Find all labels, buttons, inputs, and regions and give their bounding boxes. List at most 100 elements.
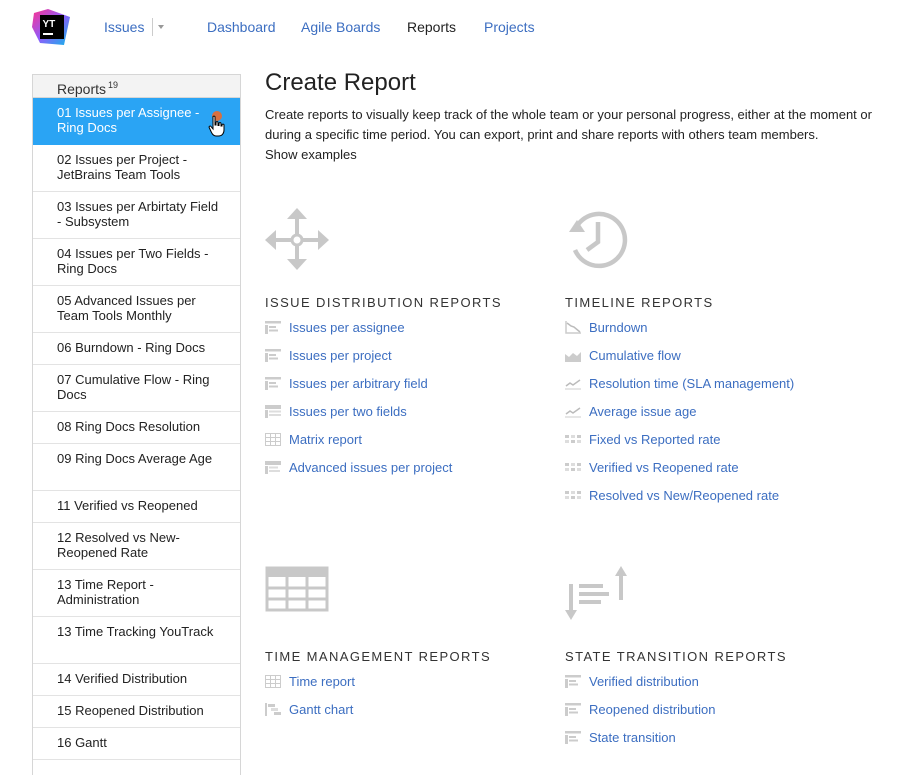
sidebar-item-label: 16 Gantt <box>57 735 107 750</box>
sidebar-report-item[interactable]: 15 Reopened Distribution <box>33 696 240 728</box>
link-label: Matrix report <box>289 432 362 447</box>
nav-separator <box>152 18 153 36</box>
sidebar-report-item[interactable]: 06 Burndown - Ring Docs <box>33 333 240 365</box>
sidebar-item-label: 01 Issues per Assignee - Ring Docs <box>57 105 200 135</box>
sidebar-report-item[interactable]: 09 Ring Docs Average Age <box>33 444 240 491</box>
sidebar-report-item[interactable]: 16 Gantt <box>33 728 240 760</box>
rate-chart-icon <box>565 463 581 471</box>
link-label: Issues per two fields <box>289 404 407 419</box>
sidebar-item-label: 13 Time Tracking YouTrack <box>57 624 214 639</box>
bar-report-icon <box>265 377 281 390</box>
hand-cursor-icon <box>208 115 225 137</box>
time-report-icon <box>265 675 281 688</box>
section-title: STATE TRANSITION REPORTS <box>565 649 787 664</box>
report-link[interactable]: Resolved vs New/Reopened rate <box>565 488 794 503</box>
sidebar-report-item[interactable]: 13 Time Tracking YouTrack <box>33 617 240 664</box>
link-label: Reopened distribution <box>589 702 716 717</box>
sidebar-report-item[interactable]: 14 Verified Distribution <box>33 664 240 696</box>
sidebar-report-item[interactable]: 02 Issues per Project - JetBrains Team T… <box>33 145 240 192</box>
report-link[interactable]: Time report <box>265 674 355 689</box>
nav-issues[interactable]: Issues <box>104 18 144 36</box>
sort-arrows-icon <box>565 566 627 620</box>
sidebar-report-item[interactable]: 11 Verified vs Reopened <box>33 491 240 523</box>
sidebar-report-item[interactable]: 08 Ring Docs Resolution <box>33 412 240 444</box>
sidebar-report-item[interactable]: 07 Cumulative Flow - Ring Docs <box>33 365 240 412</box>
bar-report-icon <box>265 321 281 334</box>
report-link[interactable]: Gantt chart <box>265 702 355 717</box>
nav-reports[interactable]: Reports <box>407 18 456 36</box>
report-link[interactable]: Advanced issues per project <box>265 460 452 475</box>
link-label: Time report <box>289 674 355 689</box>
sidebar-item-label: 12 Resolved vs New-Reopened Rate <box>57 530 180 560</box>
sidebar-item-label: 11 Verified vs Reopened <box>57 498 198 513</box>
report-link[interactable]: Cumulative flow <box>565 348 794 363</box>
nav-dashboard[interactable]: Dashboard <box>207 18 276 36</box>
sidebar-item-label: 05 Advanced Issues per Team Tools Monthl… <box>57 293 196 323</box>
top-header: YT Issues Dashboard Agile Boards Reports… <box>0 0 924 54</box>
logo-text: YT <box>43 19 56 30</box>
report-link[interactable]: Issues per two fields <box>265 404 452 419</box>
link-label: Average issue age <box>589 404 697 419</box>
sidebar-report-item[interactable]: 12 Resolved vs New-Reopened Rate <box>33 523 240 570</box>
youtrack-logo[interactable]: YT <box>32 7 72 47</box>
sidebar-title: Reports <box>57 81 107 97</box>
report-link[interactable]: Verified vs Reopened rate <box>565 460 794 475</box>
report-link[interactable]: Issues per project <box>265 348 452 363</box>
sidebar-item-label: 02 Issues per Project - JetBrains Team T… <box>57 152 188 182</box>
link-label: Resolved vs New/Reopened rate <box>589 488 780 503</box>
page-title: Create Report <box>265 69 416 96</box>
page-description: Create reports to visually keep track of… <box>265 107 872 142</box>
section-title: ISSUE DISTRIBUTION REPORTS <box>265 295 502 310</box>
section-title: TIMELINE REPORTS <box>565 295 714 310</box>
sidebar-report-item[interactable]: 01 Issues per Assignee - Ring Docs <box>33 98 240 145</box>
nav-projects[interactable]: Projects <box>484 18 535 36</box>
report-link[interactable]: Average issue age <box>565 404 794 419</box>
report-link[interactable]: Reopened distribution <box>565 702 715 717</box>
bar-report-icon <box>265 349 281 362</box>
sidebar-item-label: 03 Issues per Arbirtaty Field - Subsyste… <box>57 199 219 229</box>
link-label: Issues per project <box>289 348 392 363</box>
sidebar-item-label: 14 Verified Distribution <box>57 671 188 686</box>
rate-chart-icon <box>565 491 581 499</box>
report-link[interactable]: Verified distribution <box>565 674 715 689</box>
show-examples-link[interactable]: Show examples <box>265 145 357 165</box>
sidebar-report-item[interactable]: 13 Time Report - Administration <box>33 570 240 617</box>
link-label: Cumulative flow <box>589 348 681 363</box>
report-link[interactable]: State transition <box>565 730 715 745</box>
two-fields-report-icon <box>265 405 281 418</box>
timeline-links: Burndown Cumulative flow Resolution time… <box>565 320 794 503</box>
sidebar-report-item[interactable]: 03 Issues per Arbirtaty Field - Subsyste… <box>33 192 240 239</box>
reports-sidebar: Reports 19 01 Issues per Assignee - Ring … <box>32 74 241 775</box>
sidebar-report-item[interactable]: 04 Issues per Two Fields - Ring Docs <box>33 239 240 286</box>
advanced-report-icon <box>265 461 281 474</box>
report-link[interactable]: Burndown <box>565 320 794 335</box>
distribution-report-icon <box>565 675 581 688</box>
sidebar-header: Reports 19 <box>33 75 240 98</box>
link-label: Verified distribution <box>589 674 699 689</box>
state-transition-links: Verified distribution Reopened distribut… <box>565 674 715 745</box>
link-label: Issues per assignee <box>289 320 405 335</box>
sidebar-item-label: 04 Issues per Two Fields - Ring Docs <box>57 246 209 276</box>
report-link[interactable]: Issues per arbitrary field <box>265 376 452 391</box>
sidebar-item-label: 06 Burndown - Ring Docs <box>57 340 206 355</box>
link-label: Burndown <box>589 320 648 335</box>
link-label: Resolution time (SLA management) <box>589 376 795 391</box>
chevron-down-icon[interactable] <box>158 25 164 29</box>
matrix-report-icon <box>265 433 281 446</box>
burndown-chart-icon <box>565 321 581 334</box>
report-link[interactable]: Fixed vs Reported rate <box>565 432 794 447</box>
nav-agile-boards[interactable]: Agile Boards <box>301 18 380 36</box>
reports-count-badge: 19 <box>108 80 119 90</box>
sidebar-item-label: 08 Ring Docs Resolution <box>57 419 201 434</box>
report-link[interactable]: Matrix report <box>265 432 452 447</box>
report-link[interactable]: Issues per assignee <box>265 320 452 335</box>
sidebar-item-label: 07 Cumulative Flow - Ring Docs <box>57 372 210 402</box>
report-link[interactable]: Resolution time (SLA management) <box>565 376 794 391</box>
link-label: State transition <box>589 730 676 745</box>
sidebar-report-item[interactable]: 05 Advanced Issues per Team Tools Monthl… <box>33 286 240 333</box>
gantt-chart-icon <box>265 703 281 716</box>
link-label: Gantt chart <box>289 702 354 717</box>
line-chart-icon <box>565 379 581 390</box>
issue-distribution-links: Issues per assignee Issues per project I… <box>265 320 452 475</box>
move-arrows-icon <box>265 208 329 270</box>
